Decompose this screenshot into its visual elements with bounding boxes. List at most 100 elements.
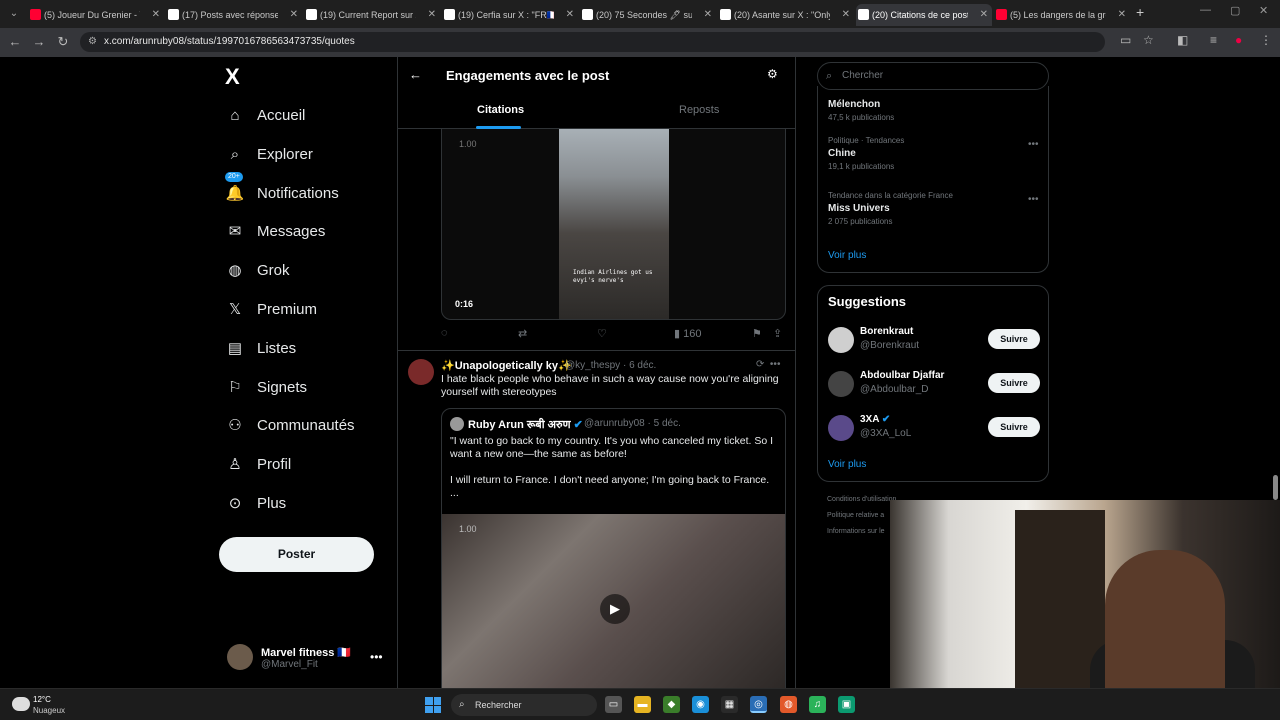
close-tab-icon[interactable]: ✕ <box>704 4 712 26</box>
footer-link[interactable]: Conditions d'utilisation <box>827 496 896 503</box>
sidebar-item-plus[interactable]: ⊙ Plus <box>225 489 395 519</box>
cast-icon[interactable]: ▭ <box>1120 33 1131 47</box>
sidebar-item-accueil[interactable]: ⌂ Accueil <box>225 101 395 131</box>
play-icon[interactable]: ▶ <box>600 594 630 624</box>
filter-icon[interactable]: ⚙ <box>767 67 778 81</box>
chrome-icon[interactable]: ◎ <box>750 696 767 713</box>
browser-tab[interactable]: (19) Current Report sur X ✕ <box>304 4 440 26</box>
scrollbar-thumb[interactable] <box>1273 475 1278 500</box>
trend-item[interactable]: Tendance dans la catégorie France Miss Un… <box>828 191 953 226</box>
browser-tab[interactable]: (5) Les dangers de la grève ✕ <box>994 4 1130 26</box>
close-tab-icon[interactable]: ✕ <box>290 4 298 26</box>
windows-start-icon[interactable] <box>425 697 441 713</box>
close-tab-icon[interactable]: ✕ <box>842 4 850 26</box>
close-window-icon[interactable]: ✕ <box>1259 4 1268 17</box>
reload-icon[interactable]: ↻ <box>54 33 72 51</box>
maximize-icon[interactable]: ▢ <box>1230 4 1240 17</box>
x-logo[interactable]: X <box>225 64 240 90</box>
close-tab-icon[interactable]: ✕ <box>566 4 574 26</box>
edge-icon[interactable]: ◉ <box>692 696 709 713</box>
browser-tab[interactable]: (20) 75 Secondes 🖊 sur X ✕ <box>580 4 716 26</box>
post-date[interactable]: 6 déc. <box>629 360 656 371</box>
more-icon[interactable]: ••• <box>1028 139 1039 150</box>
browser-tab[interactable]: (17) Posts avec réponses ✕ <box>166 4 302 26</box>
tab-search-icon[interactable]: ⌄ <box>4 4 24 24</box>
avatar[interactable] <box>408 359 434 385</box>
tab-favicon-icon <box>444 9 455 20</box>
weather-widget[interactable]: 12°C Nuageux <box>12 693 82 717</box>
share-icon[interactable]: ⇪ <box>773 327 782 340</box>
tab-reposts[interactable]: Reposts <box>679 104 719 116</box>
main-column: 1.00 Indian Airlines got us evyi's nerve… <box>397 57 796 688</box>
quoted-post[interactable]: Ruby Arun रूबी अरुण ✔ @arunruby08 · 5 dé… <box>441 408 786 688</box>
sidebar-item-listes[interactable]: ▤ Listes <box>225 334 395 364</box>
suggestion-item[interactable]: Borenkraut @Borenkraut Suivre <box>828 325 1043 355</box>
spotify-icon[interactable]: ♫ <box>809 696 826 713</box>
new-tab-button[interactable]: + <box>1136 4 1144 20</box>
grok-icon[interactable]: ⟳ ••• <box>756 359 780 370</box>
taskbar-search[interactable]: ⌕ Rechercher <box>451 694 597 716</box>
reading-list-icon[interactable]: ≡ <box>1210 33 1217 47</box>
profile-icon[interactable]: ● <box>1235 33 1242 47</box>
browser-tab[interactable]: (20) Citations de ce post / ✕ <box>856 4 992 26</box>
close-tab-icon[interactable]: ✕ <box>980 4 988 26</box>
sidebar-item-premium[interactable]: 𝕏 Premium <box>225 295 395 325</box>
video-player[interactable]: 1.00 Indian Airlines got us evyi's nerve… <box>441 129 786 320</box>
star-icon[interactable]: ☆ <box>1143 33 1154 47</box>
author-handle[interactable]: @ky_thespy <box>565 360 620 371</box>
extensions-icon[interactable]: ◧ <box>1177 33 1188 47</box>
footer-link[interactable]: Informations sur le <box>827 528 885 535</box>
menu-icon[interactable]: ⋮ <box>1260 33 1272 47</box>
suggestions-show-more[interactable]: Voir plus <box>828 459 866 470</box>
views-icon[interactable]: ▮ 160 <box>674 327 701 340</box>
like-icon[interactable]: ♡ <box>597 327 607 340</box>
browser-tab[interactable]: (20) Asante sur X : "Only ✕ <box>718 4 854 26</box>
close-tab-icon[interactable]: ✕ <box>428 4 436 26</box>
tab-citations[interactable]: Citations <box>477 104 524 116</box>
url-field[interactable]: ⚙ x.com/arunruby08/status/199701678656347… <box>80 32 1105 52</box>
trend-item[interactable]: Politique · Tendances Chine 19,1 k publica… <box>828 136 904 171</box>
task-view-icon[interactable]: ▭ <box>605 696 622 713</box>
browser-tab[interactable]: (19) Cerfia sur X : "FR🇫🇷 V ✕ <box>442 4 578 26</box>
sidebar-item-messages[interactable]: ✉ Messages <box>225 217 395 247</box>
scrollbar[interactable] <box>1272 60 1278 500</box>
suggestion-item[interactable]: Abdoulbar Djaffar @Abdoulbar_D Suivre <box>828 369 1043 399</box>
sidebar-item-notifications[interactable]: 🔔 20+ Notifications <box>225 171 395 209</box>
account-switcher[interactable]: Marvel fitness 🇫🇷 @Marvel_Fit ••• <box>227 644 397 674</box>
suggestion-item[interactable]: 3XA ✔ @3XA_LoL Suivre <box>828 413 1043 443</box>
nvidia-icon[interactable]: ◆ <box>663 696 680 713</box>
back-arrow-icon[interactable]: ← <box>409 67 422 82</box>
sidebar-item-profil[interactable]: ♙ Profil <box>225 450 395 480</box>
bookmark-icon[interactable]: ⚑ <box>752 327 762 340</box>
sidebar-item-communautés[interactable]: ⚇ Communautés <box>225 411 395 441</box>
quoted-video[interactable]: 1.00 ▶ <box>442 514 785 688</box>
sidebar-item-signets[interactable]: ⚐ Signets <box>225 373 395 403</box>
video-thumbnail[interactable]: Indian Airlines got us evyi's nerve's <box>559 129 669 319</box>
reply-icon[interactable]: ◌ <box>441 327 448 339</box>
follow-button[interactable]: Suivre <box>988 417 1040 437</box>
follow-button[interactable]: Suivre <box>988 373 1040 393</box>
sidebar-item-explorer[interactable]: ⌕ Explorer <box>225 140 395 170</box>
author-name[interactable]: ✨Unapologetically ky✨ <box>441 359 572 372</box>
footer-link[interactable]: Politique relative a <box>827 512 884 519</box>
browser-tab[interactable]: (5) Joueur Du Grenier - Yo ✕ <box>28 4 164 26</box>
post-button[interactable]: Poster <box>219 537 374 572</box>
app-icon[interactable]: ▣ <box>838 696 855 713</box>
close-tab-icon[interactable]: ✕ <box>1118 4 1126 26</box>
sidebar-item-grok[interactable]: ◍ Grok <box>225 256 395 286</box>
forward-icon[interactable]: → <box>30 33 48 51</box>
follow-button[interactable]: Suivre <box>988 329 1040 349</box>
site-info-icon[interactable]: ⚙ <box>88 32 97 52</box>
more-icon[interactable]: ••• <box>1028 194 1039 205</box>
back-icon[interactable]: ← <box>6 33 24 51</box>
firefox-icon[interactable]: ◍ <box>780 696 797 713</box>
trend-item[interactable]: Mélenchon 47,5 k publications <box>828 96 894 122</box>
store-icon[interactable]: ▦ <box>721 696 738 713</box>
trends-show-more[interactable]: Voir plus <box>828 250 866 261</box>
repost-icon[interactable]: ⇄ <box>518 327 527 340</box>
close-tab-icon[interactable]: ✕ <box>152 4 160 26</box>
minimize-icon[interactable]: — <box>1200 4 1211 16</box>
file-explorer-icon[interactable]: ▬ <box>634 696 651 713</box>
more-icon[interactable]: ••• <box>370 650 383 664</box>
search-input[interactable]: ⌕ Chercher <box>817 62 1049 90</box>
